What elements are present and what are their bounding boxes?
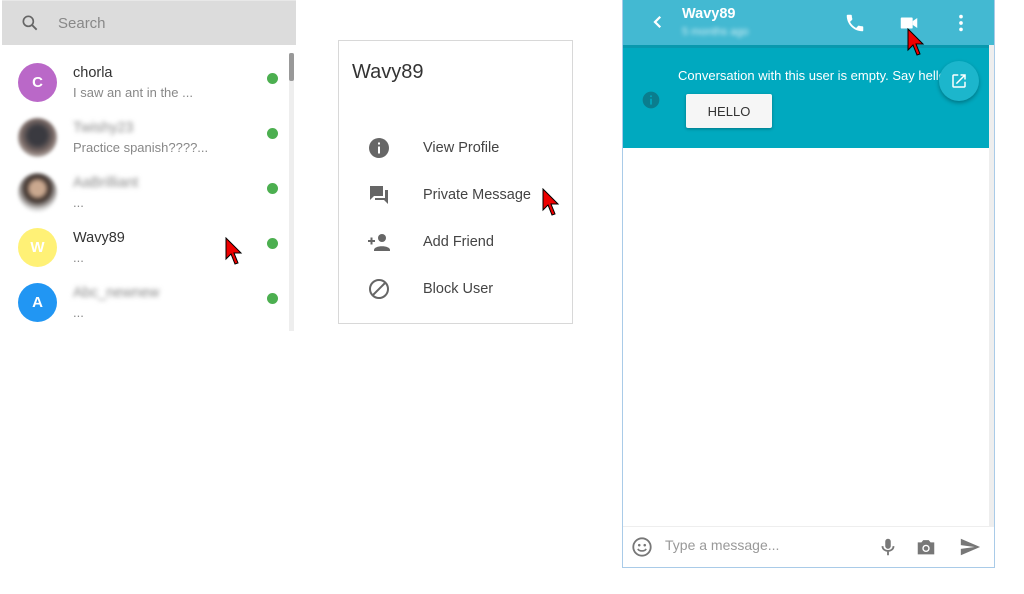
message-input[interactable] [665, 537, 865, 553]
avatar [18, 173, 57, 212]
search-bar [2, 0, 296, 45]
info-icon [642, 91, 660, 109]
search-icon [22, 15, 38, 31]
message-preview: ... [73, 249, 84, 265]
online-indicator [267, 238, 278, 249]
mouse-cursor-icon [907, 28, 925, 56]
menu-item-block-user[interactable]: Block User [339, 269, 572, 309]
menu-item-label: Private Message [423, 187, 531, 203]
mouse-cursor-icon [542, 188, 560, 216]
menu-item-label: View Profile [423, 140, 500, 156]
contact-name: Wavy89 [73, 229, 125, 246]
microphone-icon[interactable] [877, 536, 899, 558]
mouse-cursor-icon [225, 237, 243, 265]
empty-conversation-message: Conversation with this user is empty. Sa… [678, 68, 950, 83]
menu-item-private-message[interactable]: Private Message [339, 175, 572, 215]
contact-name: Twishy23 [73, 119, 134, 136]
avatar [18, 118, 57, 157]
contact-item[interactable]: W Wavy89 ... [2, 220, 296, 275]
chat-scrollbar[interactable] [989, 45, 994, 527]
contact-name: AaBrilliant [73, 174, 139, 191]
menu-item-add-friend[interactable]: Add Friend [339, 222, 572, 262]
scrollbar-thumb[interactable] [289, 53, 294, 81]
open-in-new-window-button[interactable] [939, 61, 979, 101]
phone-icon[interactable] [844, 12, 866, 34]
menu-item-label: Add Friend [423, 234, 494, 250]
hello-button[interactable]: HELLO [686, 94, 772, 128]
avatar: A [18, 283, 57, 322]
contact-item[interactable]: A Abc_newnew ... [2, 275, 296, 330]
back-chevron-icon[interactable] [649, 13, 667, 31]
message-preview: ... [73, 194, 84, 210]
online-indicator [267, 293, 278, 304]
user-menu: Wavy89 View Profile Private Message Add … [338, 40, 573, 324]
chat-user-last-seen: 5 months ago [682, 26, 749, 38]
emoji-icon[interactable] [631, 536, 653, 558]
contact-list-scrollbar[interactable] [289, 53, 294, 331]
contact-item[interactable]: Twishy23 Practice spanish????... [2, 110, 296, 165]
contacts-panel: C chorla I saw an ant in the ... Twishy2… [2, 0, 296, 331]
block-icon [369, 279, 389, 299]
more-vert-icon[interactable] [950, 12, 972, 34]
message-preview: I saw an ant in the ... [73, 84, 193, 100]
menu-item-label: Block User [423, 281, 494, 297]
menu-item-view-profile[interactable]: View Profile [339, 128, 572, 168]
chat-window: Wavy89 5 months ago Conversation with th… [622, 0, 995, 568]
chat-user-name: Wavy89 [682, 6, 736, 22]
send-icon[interactable] [959, 536, 981, 558]
search-input[interactable] [58, 14, 258, 32]
online-indicator [267, 128, 278, 139]
camera-icon[interactable] [915, 536, 937, 558]
info-icon [369, 138, 389, 158]
chat-header: Wavy89 5 months ago [623, 0, 994, 45]
contact-item[interactable]: C chorla I saw an ant in the ... [2, 55, 296, 110]
message-composer [623, 526, 994, 567]
contact-item[interactable]: AaBrilliant ... [2, 165, 296, 220]
online-indicator [267, 183, 278, 194]
person-add-icon [368, 234, 390, 251]
contact-list: C chorla I saw an ant in the ... Twishy2… [2, 45, 296, 331]
contact-name: Abc_newnew [73, 284, 160, 301]
menu-title: Wavy89 [352, 61, 424, 83]
avatar: C [18, 63, 57, 102]
online-indicator [267, 73, 278, 84]
message-preview: ... [73, 304, 84, 320]
contact-name: chorla [73, 64, 113, 81]
avatar: W [18, 228, 57, 267]
message-preview: Practice spanish????... [73, 139, 209, 155]
empty-conversation-banner: Conversation with this user is empty. Sa… [623, 45, 989, 148]
forum-icon [370, 186, 388, 204]
open-in-new-icon [952, 74, 966, 88]
